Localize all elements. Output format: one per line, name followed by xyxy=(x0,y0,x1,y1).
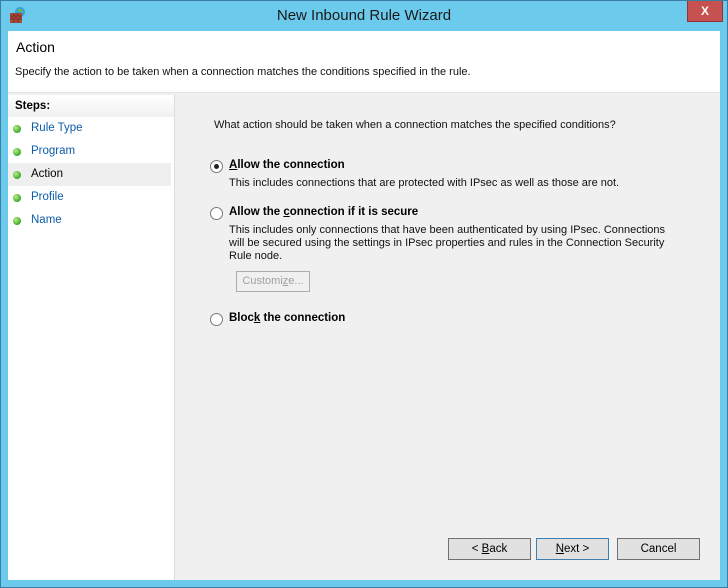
cancel-button[interactable]: Cancel xyxy=(617,538,700,560)
step-status-icon xyxy=(13,125,21,133)
title-bar[interactable]: New Inbound Rule Wizard X xyxy=(1,1,727,31)
window-title: New Inbound Rule Wizard xyxy=(276,7,452,24)
next-button[interactable]: Next > xyxy=(536,538,609,560)
action-question: What action should be taken when a conne… xyxy=(214,119,616,131)
label-text: Bloc xyxy=(229,312,254,324)
block-radio[interactable] xyxy=(210,313,223,326)
step-program[interactable]: Program xyxy=(8,140,174,163)
button-text: < xyxy=(471,543,482,555)
wizard-client-area: Action Specify the action to be taken wh… xyxy=(8,31,720,580)
allow-label[interactable]: Allow the connection xyxy=(229,159,345,171)
step-label: Rule Type xyxy=(31,122,83,134)
label-text: onnection if it is secure xyxy=(289,206,419,218)
button-mnemonic: N xyxy=(555,543,565,555)
button-text: ack xyxy=(489,543,508,555)
page-description: Specify the action to be taken when a co… xyxy=(15,66,471,78)
step-status-icon xyxy=(13,217,21,225)
step-label: Profile xyxy=(31,191,64,203)
page-title: Action xyxy=(16,39,55,55)
label-text: llow the connection xyxy=(237,159,345,171)
step-name[interactable]: Name xyxy=(8,209,174,232)
allow-description: This includes connections that are prote… xyxy=(229,177,620,189)
step-status-icon xyxy=(13,148,21,156)
steps-panel: Steps: Rule Type Program Action Profile … xyxy=(8,95,175,580)
step-label: Program xyxy=(31,145,76,157)
step-label: Action xyxy=(31,168,63,180)
wizard-window: New Inbound Rule Wizard X Action Specify… xyxy=(0,0,728,588)
back-button[interactable]: < Back xyxy=(448,538,531,560)
button-text: e... xyxy=(288,275,304,287)
step-rule-type[interactable]: Rule Type xyxy=(8,117,174,140)
button-text: Customi xyxy=(242,275,283,287)
step-label: Name xyxy=(31,214,62,226)
steps-heading: Steps: xyxy=(8,95,174,117)
allow-secure-label[interactable]: Allow the connection if it is secure xyxy=(229,206,418,218)
block-label[interactable]: Block the connection xyxy=(229,312,345,324)
wizard-header: Action Specify the action to be taken wh… xyxy=(8,31,720,93)
close-button[interactable]: X xyxy=(687,1,723,22)
step-profile[interactable]: Profile xyxy=(8,186,174,209)
step-status-icon xyxy=(13,194,21,202)
allow-radio[interactable] xyxy=(210,160,223,173)
customize-button[interactable]: Customize... xyxy=(236,271,310,292)
allow-secure-radio[interactable] xyxy=(210,207,223,220)
label-text: the connection xyxy=(260,312,346,324)
step-status-icon xyxy=(13,171,21,179)
label-text: Allow the xyxy=(229,206,284,218)
button-text: ext > xyxy=(564,543,590,555)
step-action[interactable]: Action xyxy=(8,163,171,186)
allow-secure-description: This includes only connections that have… xyxy=(229,224,665,262)
